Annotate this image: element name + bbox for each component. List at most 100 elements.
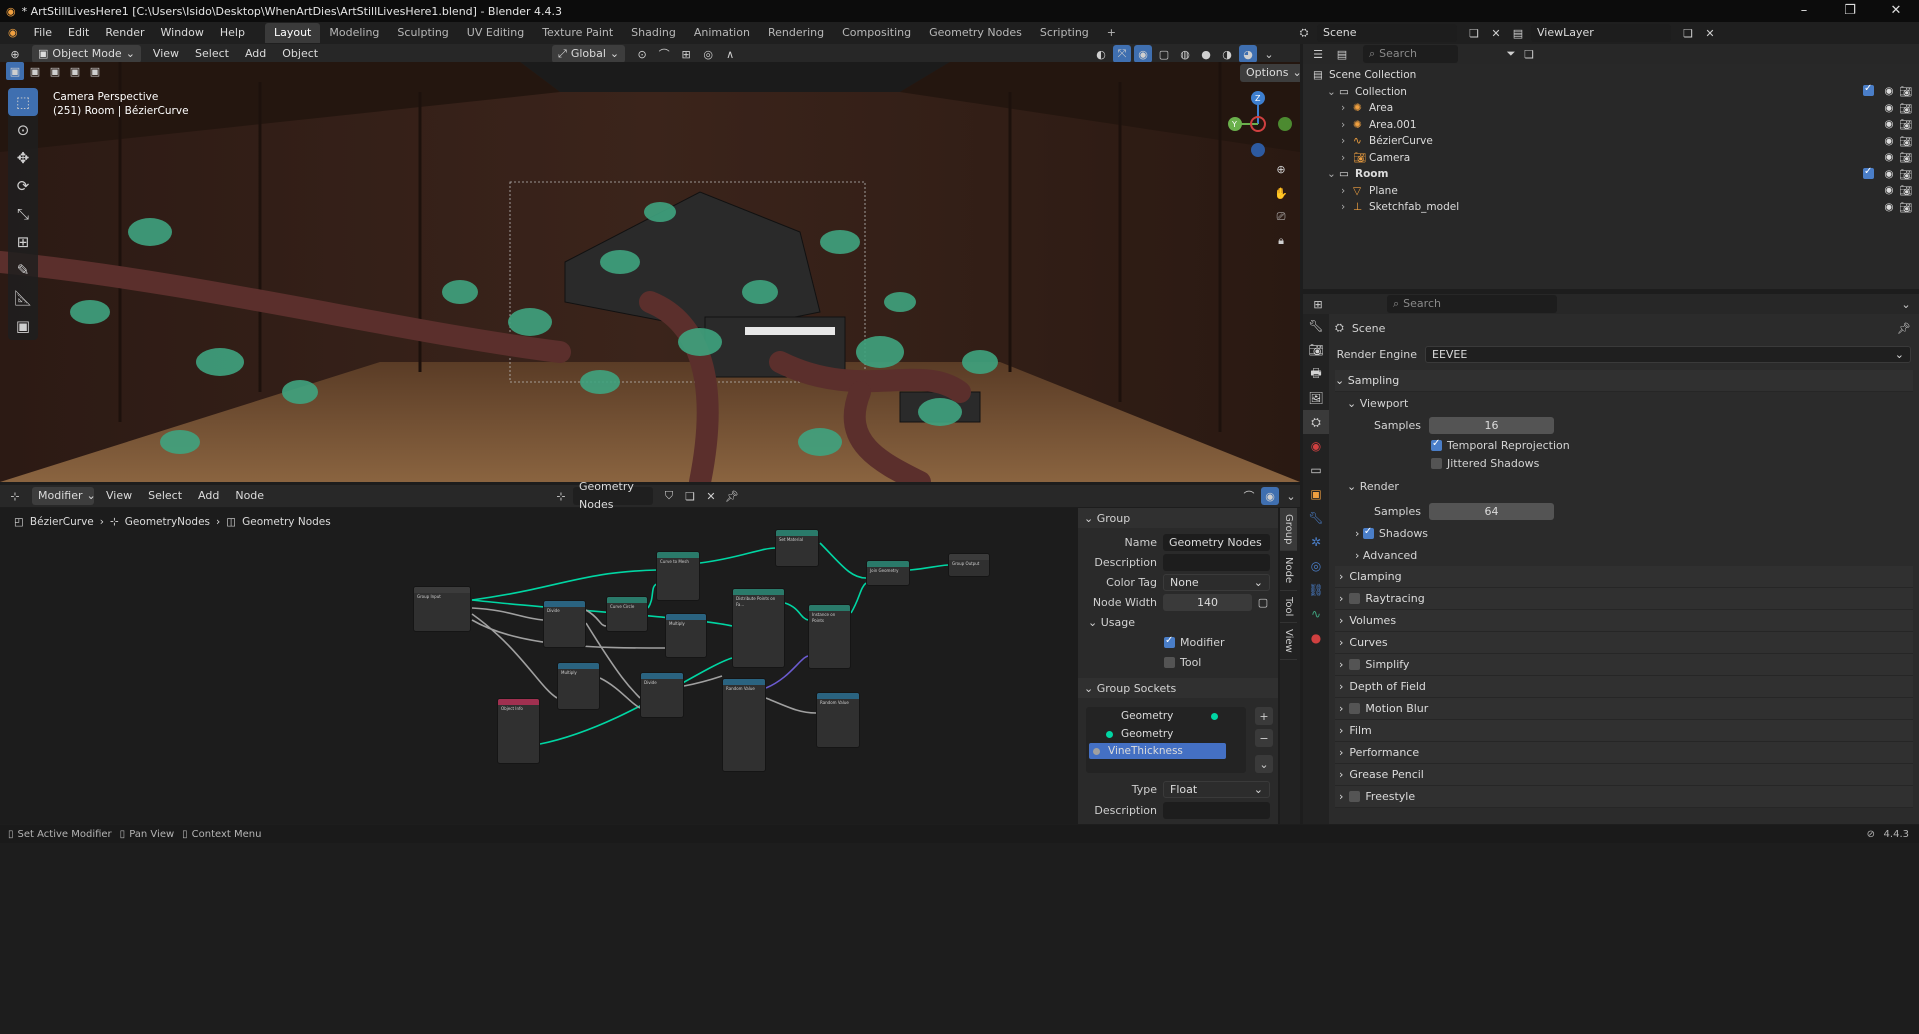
3d-viewport[interactable]: Camera Perspective (251) Room | BézierCu… <box>0 62 1300 482</box>
panel-header-freestyle[interactable]: › Freestyle <box>1335 786 1913 808</box>
outliner-editor-icon[interactable]: ☰ <box>1309 45 1327 63</box>
reset-width-icon[interactable]: ▢ <box>1254 593 1272 611</box>
select-extend-icon[interactable]: ▣ <box>26 62 44 80</box>
outliner-row[interactable]: ▤ Scene Collection <box>1303 67 1919 84</box>
group-panel-header[interactable]: ⌄ Group <box>1078 508 1278 528</box>
fake-user-shield-icon[interactable]: ⛉ <box>660 487 678 505</box>
chevron-right-icon[interactable]: › <box>1341 185 1353 197</box>
outliner-search-input[interactable]: ⌕ Search <box>1363 45 1458 63</box>
tab-geometry-nodes[interactable]: Geometry Nodes <box>920 23 1031 43</box>
shadows-label[interactable]: Shadows <box>1379 527 1428 540</box>
node-group-output[interactable]: Group Output <box>948 553 990 577</box>
exclude-checkbox[interactable] <box>1863 83 1874 97</box>
chevron-down-icon[interactable]: ⌄ <box>1327 168 1339 180</box>
render-samples-field[interactable]: 64 <box>1429 502 1554 520</box>
jittered-shadows-checkbox[interactable] <box>1431 457 1442 469</box>
node-random-value-2[interactable]: Random Value <box>816 692 860 748</box>
outliner-row[interactable]: › ∿ BézierCurve ◉ 📷︎ <box>1303 133 1919 150</box>
node-menu-node[interactable]: Node <box>227 485 272 507</box>
node-divide-2[interactable]: Divide <box>640 672 684 718</box>
collection-tab-icon[interactable]: ▭ <box>1303 458 1329 482</box>
rendered-shading-icon[interactable]: ◕ <box>1239 45 1257 63</box>
duplicate-tree-icon[interactable]: ❏ <box>681 487 699 505</box>
chevron-right-icon[interactable]: › <box>1341 201 1353 213</box>
eye-icon[interactable]: ◉ <box>1883 85 1895 98</box>
measure-tool-icon[interactable]: 📐︎ <box>8 284 38 312</box>
select-box-tool-icon[interactable]: ⬚ <box>8 88 38 116</box>
color-tag-dropdown[interactable]: None ⌄ <box>1163 573 1270 591</box>
properties-editor-icon[interactable]: ⊞ <box>1309 295 1327 313</box>
solid-shading-icon[interactable]: ● <box>1197 45 1215 63</box>
advanced-subpanel-header[interactable]: › Advanced <box>1335 544 1919 566</box>
proportional-edit-icon[interactable]: ◎ <box>699 45 717 63</box>
tab-scripting[interactable]: Scripting <box>1031 23 1098 43</box>
tab-shading[interactable]: Shading <box>622 23 685 43</box>
node-multiply-2[interactable]: Multiply <box>557 662 600 710</box>
panel-header-raytracing[interactable]: › Raytracing <box>1335 588 1913 610</box>
render-subpanel-header[interactable]: ⌄ Render <box>1335 472 1919 500</box>
group-description-field[interactable] <box>1163 553 1270 571</box>
delete-viewlayer-icon[interactable]: ✕ <box>1701 24 1719 42</box>
sidebar-tab-tool[interactable]: Tool <box>1280 591 1297 623</box>
node-divide-1[interactable]: Divide <box>543 600 586 648</box>
select-intersect-icon[interactable]: ▣ <box>86 62 104 80</box>
overlay-options-icon[interactable]: ⌄ <box>1282 487 1300 505</box>
tab-layout[interactable]: Layout <box>264 23 321 43</box>
filter-icon[interactable]: ⏷ <box>1502 45 1520 63</box>
render-camera-icon[interactable]: 📷︎ <box>1899 151 1912 164</box>
overlay-icon[interactable]: ◉ <box>1261 487 1279 505</box>
outliner-row[interactable]: ⌄▭ Collection ◉ 📷︎ <box>1303 83 1919 101</box>
outliner-row[interactable]: › ▽ Plane ◉ 📷︎ <box>1303 183 1919 200</box>
physics-tab-icon[interactable]: ◎ <box>1303 554 1329 578</box>
select-invert-icon[interactable]: ▣ <box>66 62 84 80</box>
minimize-button[interactable]: – <box>1781 0 1827 22</box>
node-curve-to-mesh[interactable]: Curve to Mesh <box>656 551 700 601</box>
chevron-down-icon[interactable]: ⌄ <box>1327 86 1339 98</box>
scene-tab-icon[interactable]: ⛭ <box>1303 410 1329 434</box>
render-camera-icon[interactable]: 📷︎ <box>1899 118 1912 131</box>
usage-tool-checkbox[interactable] <box>1164 656 1175 668</box>
panel-enable-checkbox[interactable] <box>1349 593 1361 604</box>
menu-window[interactable]: Window <box>153 22 212 44</box>
group-name-field[interactable]: Geometry Nodes <box>1163 533 1270 551</box>
node-menu-select[interactable]: Select <box>140 485 190 507</box>
tab-sculpting[interactable]: Sculpting <box>388 23 457 43</box>
pin-icon[interactable]: 📌︎ <box>723 487 741 505</box>
zoom-icon[interactable]: ⊕ <box>1272 160 1290 178</box>
menu-help[interactable]: Help <box>212 22 253 44</box>
group-sockets-header[interactable]: ⌄ Group Sockets <box>1078 678 1278 698</box>
panel-header-performance[interactable]: › Performance <box>1335 742 1913 764</box>
usage-subpanel-header[interactable]: ⌄ Usage <box>1078 612 1278 632</box>
properties-options-icon[interactable]: ⌄ <box>1897 295 1915 313</box>
pin-icon[interactable]: 📌︎ <box>1895 319 1913 337</box>
menu-render[interactable]: Render <box>97 22 152 44</box>
particles-tab-icon[interactable]: ✲ <box>1303 530 1329 554</box>
scene-selector[interactable]: Scene <box>1317 24 1457 42</box>
shadows-checkbox[interactable] <box>1362 526 1374 539</box>
snap-icon[interactable]: ⌒ <box>655 45 673 63</box>
new-viewlayer-icon[interactable]: ❏ <box>1679 24 1697 42</box>
panel-header-film[interactable]: › Film <box>1335 720 1913 742</box>
node-tree-name[interactable]: Geometry Nodes <box>573 480 653 511</box>
unlink-tree-icon[interactable]: ✕ <box>702 487 720 505</box>
socket-output-geometry[interactable]: Geometry <box>1086 707 1246 725</box>
modifier-tab-icon[interactable]: 🔧︎ <box>1303 506 1329 530</box>
gizmo-toggle-icon[interactable]: ⤧ <box>1113 45 1131 63</box>
panel-header-motion-blur[interactable]: › Motion Blur <box>1335 698 1913 720</box>
outliner-row[interactable]: › 📷︎ Camera ◉ 📷︎ <box>1303 150 1919 167</box>
maximize-button[interactable]: ❐ <box>1827 0 1873 22</box>
node-tree-browse-icon[interactable]: ⊹ <box>552 487 570 505</box>
add-cube-tool-icon[interactable]: ▣ <box>8 312 38 340</box>
shading-options-icon[interactable]: ⌄ <box>1260 45 1278 63</box>
delete-scene-icon[interactable]: ✕ <box>1487 24 1505 42</box>
cursor-tool-icon[interactable]: ⊙ <box>8 116 38 144</box>
socket-input-vinethickness[interactable]: VineThickness <box>1089 743 1226 759</box>
panel-header-depth-of-field[interactable]: › Depth of Field <box>1335 676 1913 698</box>
viewlayer-selector[interactable]: ViewLayer <box>1531 24 1671 42</box>
snapping-icon[interactable]: ⌒ <box>1240 487 1258 505</box>
tab-modeling[interactable]: Modeling <box>320 23 388 43</box>
viewport-subpanel-header[interactable]: ⌄ Viewport <box>1335 392 1919 414</box>
menu-file[interactable]: File <box>26 22 60 44</box>
pan-hand-icon[interactable]: ✋ <box>1272 184 1290 202</box>
editor-type-icon[interactable]: ⊕ <box>6 45 24 63</box>
